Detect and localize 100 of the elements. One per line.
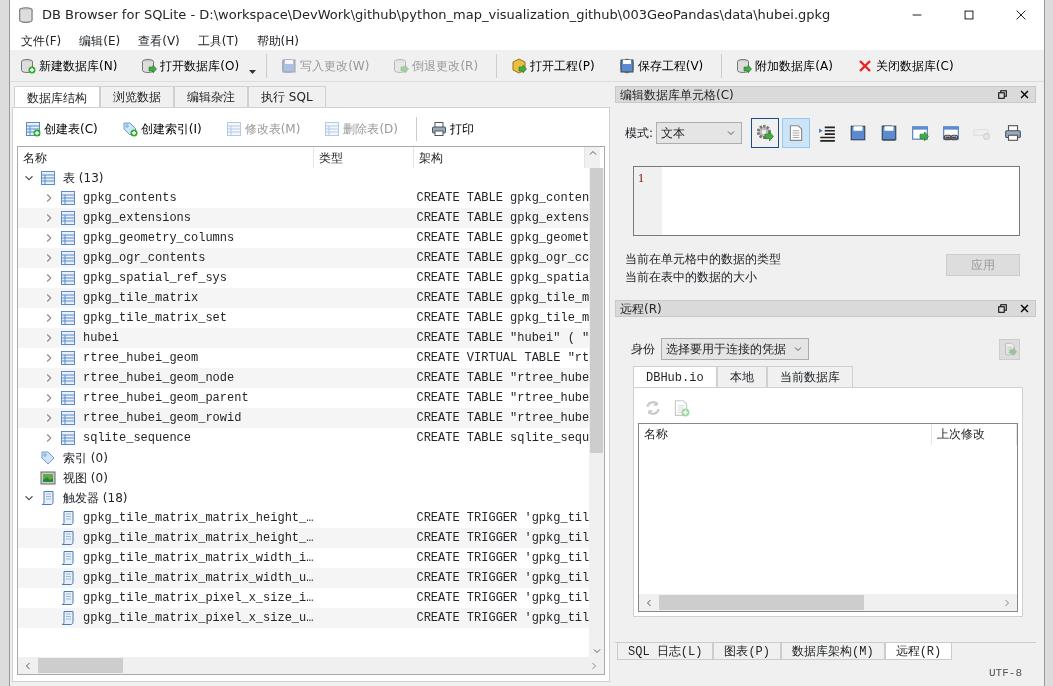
line-number: 1 (634, 167, 662, 235)
tab[interactable]: 远程(R) (884, 643, 953, 660)
schema-cell-text: CREATE TABLE gpkg_tile_m (415, 290, 589, 307)
schema-cell-text: CREATE TABLE sqlite_sequ (415, 430, 589, 447)
tree-item-label[interactable]: rtree_hubei_geom_parent (83, 389, 249, 407)
table-icon (60, 310, 76, 326)
tree-item-label[interactable]: gpkg_tile_matrix_matrix_height_… (83, 509, 314, 527)
menu-item[interactable]: 编辑(E) (71, 30, 129, 50)
schema-cell-text: CREATE TABLE gpkg_extens (415, 210, 589, 227)
menu-item[interactable]: 帮助(H) (248, 30, 307, 50)
database-arrow-icon (736, 57, 753, 74)
toolbar-button[interactable]: 打开数据库(O) (135, 53, 246, 78)
toolbar-button[interactable]: 新建数据库(N) (14, 53, 124, 78)
table-icon (60, 330, 76, 346)
tab[interactable]: DBHub.io (633, 366, 717, 387)
schema-cell-text: CREATE TRIGGER 'gpkg_til (415, 570, 589, 587)
printer-icon (1004, 124, 1023, 142)
tree-item-label[interactable]: gpkg_spatial_ref_sys (83, 269, 228, 287)
indent-icon (818, 124, 837, 142)
column-header[interactable]: 类型 (314, 147, 414, 168)
window-link-icon (942, 124, 961, 142)
toolbar-button[interactable]: 关闭数据库(C) (850, 53, 960, 78)
tree-item-label[interactable]: rtree_hubei_geom_rowid (83, 409, 242, 427)
tree-item-label[interactable]: gpkg_contents (83, 189, 177, 207)
scroll-icon (60, 530, 76, 546)
tree-item-label[interactable]: 索引 (0) (63, 449, 108, 467)
schema-cell-text: CREATE TABLE "rtree_hube (415, 370, 589, 387)
info-text: 当前在表中的数据的大小 (625, 269, 758, 286)
tree-item-label[interactable]: gpkg_tile_matrix_matrix_width_u… (83, 569, 314, 587)
database-icon (18, 6, 36, 24)
schema-cell-text: CREATE TABLE gpkg_conten (415, 190, 589, 207)
tree-item-label[interactable]: gpkg_tile_matrix (83, 289, 199, 307)
toolbar-button[interactable]: 附加数据库(A) (730, 53, 839, 78)
tool-button[interactable] (751, 118, 780, 148)
scrollbar-thumb[interactable] (590, 168, 603, 453)
tree-item-label[interactable]: gpkg_ogr_contents (83, 249, 206, 267)
document-disk-icon (880, 124, 899, 142)
tree-item-label[interactable]: gpkg_tile_matrix_pixel_x_size_i… (83, 589, 314, 607)
toolbar-button[interactable]: 打开工程(P) (505, 53, 601, 78)
push-button[interactable] (999, 338, 1020, 360)
tab[interactable]: 执行 SQL (248, 86, 326, 107)
tab[interactable]: 编辑杂注 (174, 86, 248, 107)
scroll-icon (40, 490, 56, 506)
refresh-icon (644, 398, 662, 417)
table-icon (60, 370, 76, 386)
tree-item-label[interactable]: gpkg_tile_matrix_matrix_height_… (83, 529, 314, 547)
menu-item[interactable]: 工具(T) (189, 30, 247, 50)
text-editor[interactable]: 1 (633, 166, 1020, 236)
refresh-button[interactable] (644, 398, 662, 417)
column-header[interactable]: 上次修改 (932, 423, 1017, 445)
tree-item-label[interactable]: gpkg_geometry_columns (83, 229, 235, 247)
cube-arrow-icon (511, 57, 528, 74)
table-plus-icon (25, 121, 41, 137)
column-header[interactable]: 名称 (18, 147, 314, 168)
schema-cell-text: CREATE VIRTUAL TABLE "rt (415, 350, 589, 367)
printer-icon (431, 121, 447, 137)
schema-cell-text: CREATE TRIGGER 'gpkg_til (415, 610, 589, 627)
tree-item-label[interactable]: gpkg_tile_matrix_pixel_x_size_u… (83, 609, 314, 627)
tab[interactable]: 数据库架构(M) (781, 643, 885, 660)
tree-item-label[interactable]: 表 (13) (63, 169, 104, 187)
tab[interactable]: 数据库结构 (14, 86, 100, 107)
tab[interactable]: SQL 日志(L) (617, 643, 714, 660)
tree-item-label[interactable]: 触发器 (18) (63, 489, 128, 507)
menu-item[interactable]: 查看(V) (130, 30, 188, 50)
tree-item-label[interactable]: gpkg_tile_matrix_set (83, 309, 228, 327)
database-arrow-icon (141, 57, 158, 74)
table-icon (60, 410, 76, 426)
dropdown-caret-icon[interactable] (249, 69, 257, 74)
tab[interactable]: 本地 (716, 366, 767, 387)
identity-select[interactable]: 选择要用于连接的凭据 (661, 338, 809, 360)
menu-item[interactable]: 文件(F) (13, 30, 70, 50)
toolbar-button[interactable]: 创建表(C) (19, 117, 104, 141)
tree-item-label[interactable]: rtree_hubei_geom (83, 349, 199, 367)
maximize-icon (962, 8, 976, 22)
add-button[interactable] (672, 398, 690, 417)
tree-item-label[interactable]: sqlite_sequence (83, 429, 192, 447)
window-title: DB Browser for SQLite - D:\workspace\DevWork\github\python_map_visualization_github\003GeoPandas\data\hubei.gpkg (42, 6, 832, 25)
tree-item-label[interactable]: 视图 (0) (63, 469, 108, 487)
column-header[interactable]: 名称 (639, 423, 932, 445)
table-icon (60, 190, 76, 206)
tree-item-label[interactable]: rtree_hubei_geom_node (83, 369, 235, 387)
table-icon (40, 170, 56, 186)
schema-cell-text: CREATE TABLE "hubei" ( " (415, 330, 589, 347)
toolbar-button[interactable]: 保存工程(V) (612, 53, 710, 78)
tab[interactable]: 浏览数据 (100, 86, 174, 107)
mode-label: 模式: (625, 125, 654, 142)
mode-select[interactable]: 文本 (656, 122, 743, 144)
scrollbar-thumb[interactable] (38, 658, 123, 673)
toolbar-button[interactable]: 打印 (425, 117, 480, 141)
tree-item-label[interactable]: gpkg_extensions (83, 209, 192, 227)
table-icon (60, 430, 76, 446)
toolbar-button[interactable]: 创建索引(I) (115, 117, 208, 141)
table-edit-icon (225, 121, 242, 137)
tab[interactable]: 当前数据库 (766, 366, 853, 387)
schema-cell-text: CREATE TABLE gpkg_geomet (415, 230, 589, 247)
document-arrow-icon (1002, 342, 1017, 356)
tab[interactable]: 图表(P) (713, 643, 782, 660)
scrollbar-thumb[interactable] (659, 595, 864, 610)
tree-item-label[interactable]: gpkg_tile_matrix_matrix_width_i… (83, 549, 314, 567)
tree-item-label[interactable]: hubei (83, 329, 119, 347)
